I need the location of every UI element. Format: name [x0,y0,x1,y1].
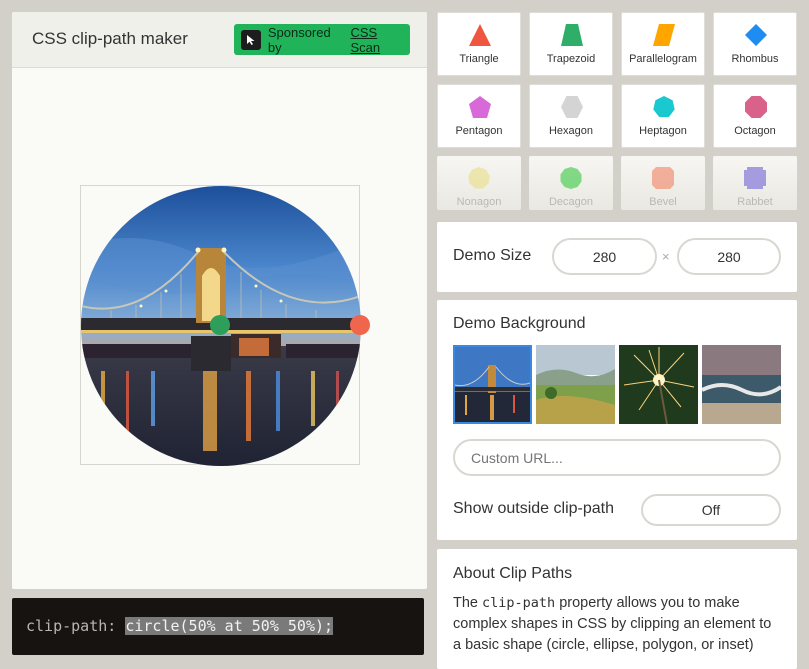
demo-height-input[interactable] [677,238,781,275]
shape-bevel[interactable]: Bevel [621,156,705,210]
hexagon-icon [561,96,583,118]
sponsor-prefix: Sponsored by [267,24,331,55]
show-outside-toggle[interactable]: Off [641,494,781,526]
decagon-icon [560,167,582,189]
trapezoid-icon [561,24,583,46]
demo-size-card: Demo Size × [437,222,797,292]
parallelogram-icon [653,24,675,46]
demo-width-input[interactable] [552,238,657,275]
rabbet-icon [744,167,766,189]
radius-handle[interactable] [350,315,370,335]
center-position-handle[interactable] [210,315,230,335]
demo-background-label: Demo Background [453,315,586,332]
bevel-icon [652,167,674,189]
shape-label: Parallelogram [629,53,697,65]
shape-label: Octagon [734,125,776,137]
shape-label: Rhombus [731,53,779,65]
shape-heptagon[interactable]: Heptagon [621,84,705,148]
css-scan-logo-icon [241,29,261,50]
shape-octagon[interactable]: Octagon [713,84,797,148]
shape-label: Rabbet [737,196,773,208]
shape-trapezoid[interactable]: Trapezoid [529,12,613,76]
sparkler-thumbnail[interactable] [619,345,698,424]
shape-nonagon[interactable]: Nonagon [437,156,521,210]
shape-rabbet[interactable]: Rabbet [713,156,797,210]
ocean-waves-thumbnail[interactable] [702,345,781,424]
shape-label: Triangle [459,53,499,65]
shape-decagon[interactable]: Decagon [529,156,613,210]
editor-panel: CSS clip-path maker Sponsored by CSS Sca… [12,12,427,589]
shape-pentagon[interactable]: Pentagon [437,84,521,148]
heptagon-icon [653,96,675,117]
shape-label: Nonagon [456,196,502,208]
shape-label: Trapezoid [546,53,596,65]
shape-hexagon[interactable]: Hexagon [529,84,613,148]
bridge-night-thumbnail[interactable] [453,345,532,424]
times-separator: × [662,249,670,264]
app-title: CSS clip-path maker [32,29,188,48]
show-outside-label: Show outside clip-path [453,500,614,517]
sponsor-link[interactable]: CSS Scan [350,25,410,55]
about-title: About Clip Paths [453,565,573,582]
nonagon-icon [468,167,490,189]
code-value[interactable]: circle(50% at 50% 50%); [125,617,334,635]
shape-label: Decagon [548,196,594,208]
clip-preview-stage [80,185,370,466]
code-property: clip-path: [26,617,117,635]
pentagon-icon [469,96,491,118]
about-card: About Clip Paths The clip-path property … [437,549,797,669]
hills-landscape-thumbnail[interactable] [536,345,615,424]
css-code-output: clip-path: circle(50% at 50% 50%); [12,598,424,655]
panel-header: CSS clip-path maker Sponsored by CSS Sca… [12,12,427,68]
sponsor-button[interactable]: Sponsored by CSS Scan [234,24,410,55]
shape-label: Bevel [649,196,677,208]
about-text: The clip-path property allows you to mak… [453,595,772,653]
shape-triangle[interactable]: Triangle [437,12,521,76]
demo-size-label: Demo Size [453,247,532,264]
demo-background-card: Demo Background Custom URL... Show outsi… [437,300,797,540]
triangle-icon [469,24,491,46]
about-code: clip-path [482,595,556,611]
rhombus-icon [745,24,767,46]
custom-url-input[interactable] [453,439,781,476]
shape-rhombus[interactable]: Rhombus [713,12,797,76]
shape-parallelogram[interactable]: Parallelogram [621,12,705,76]
octagon-icon [745,96,767,118]
shape-label: Heptagon [639,125,687,137]
shape-label: Hexagon [548,125,594,137]
shape-label: Pentagon [455,125,503,137]
